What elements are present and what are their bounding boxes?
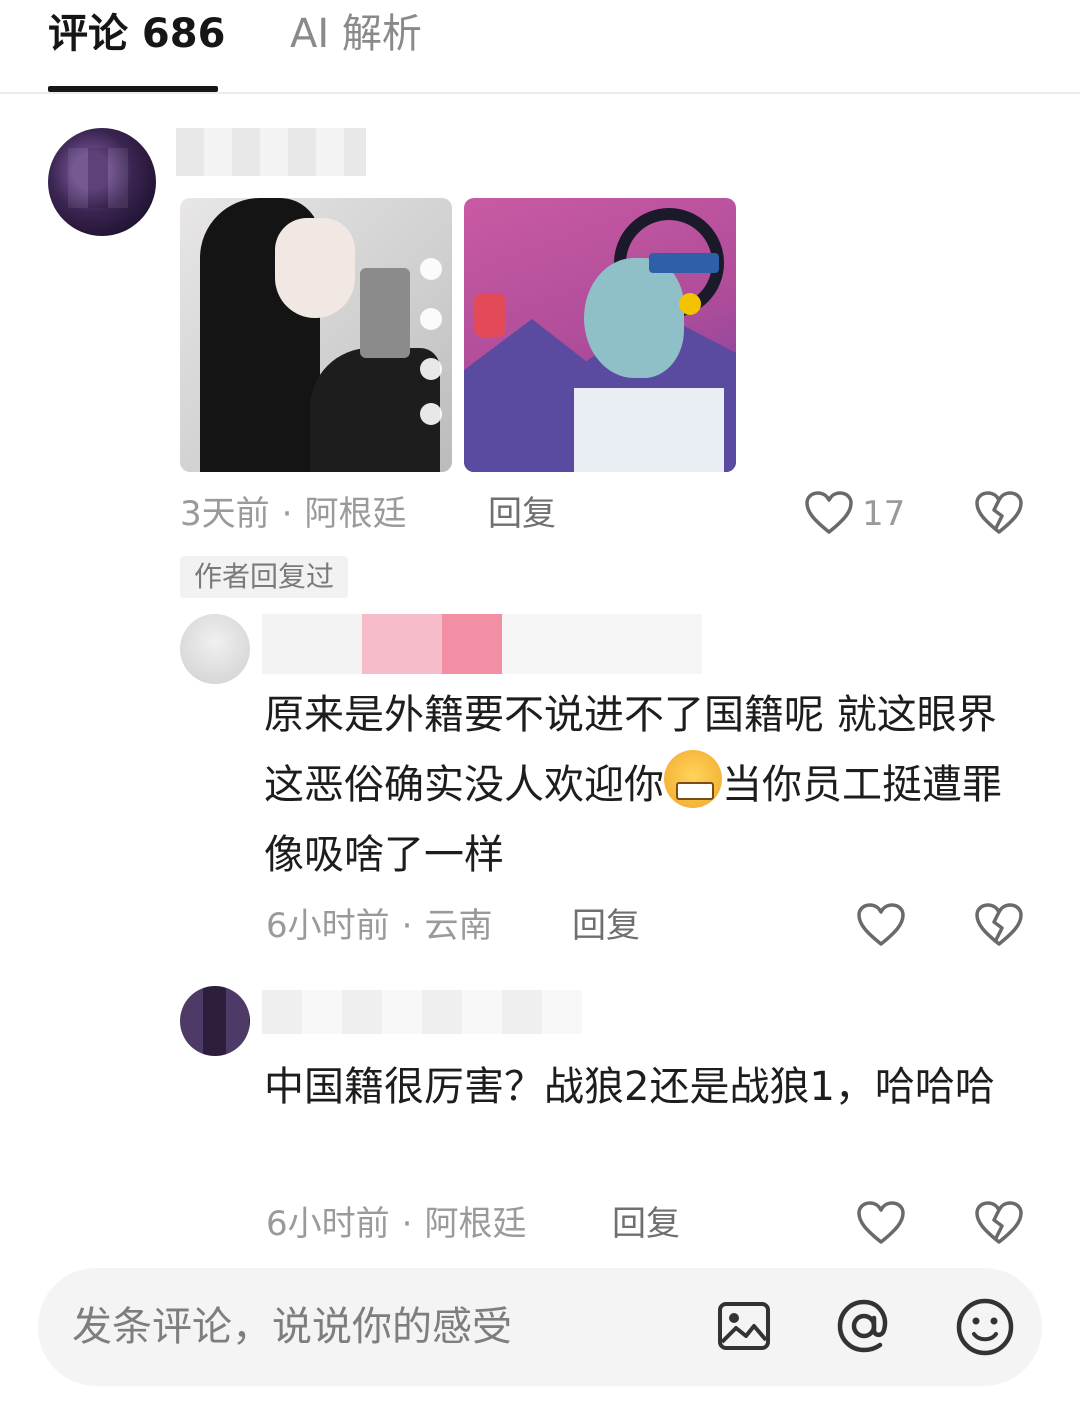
reply-time: 6小时前: [266, 1204, 390, 1244]
at-icon[interactable]: [834, 1296, 894, 1356]
active-tab-indicator: [48, 86, 218, 92]
reply-button[interactable]: 回复: [572, 906, 640, 946]
heart-icon[interactable]: [856, 902, 906, 948]
emoji-icon[interactable]: [954, 1296, 1016, 1358]
comment-image-2[interactable]: [464, 198, 736, 472]
reply-location: 阿根廷: [424, 1204, 527, 1244]
avatar[interactable]: [48, 128, 156, 236]
avatar[interactable]: [180, 986, 250, 1056]
comment-tabs: 评论 686 AI 解析: [0, 0, 1080, 94]
reply-text: 中国籍很厉害？战狼2还是战狼1，哈哈哈: [264, 1064, 995, 1110]
comment-input[interactable]: 发条评论，说说你的感受: [72, 1300, 512, 1354]
reply-meta: 6小时前 · 云南: [266, 906, 492, 946]
reply-button[interactable]: 回复: [488, 494, 556, 534]
tab-comments[interactable]: 评论 686: [48, 10, 225, 58]
comment-meta: 3天前 · 阿根廷: [180, 494, 406, 534]
avatar[interactable]: [180, 614, 250, 684]
broken-heart-icon[interactable]: [974, 902, 1024, 948]
meta-separator: ·: [401, 906, 413, 946]
username-blurred[interactable]: [262, 614, 702, 674]
comment-image-1[interactable]: [180, 198, 452, 472]
heart-icon[interactable]: [804, 490, 854, 536]
comment-location: 阿根廷: [304, 494, 407, 534]
reply-time: 6小时前: [266, 906, 390, 946]
username-blurred[interactable]: [176, 128, 366, 176]
broken-heart-icon[interactable]: [974, 490, 1024, 536]
reply-button[interactable]: 回复: [612, 1204, 680, 1244]
image-icon[interactable]: [716, 1298, 772, 1354]
comment-time: 3天前: [180, 494, 270, 534]
username-blurred[interactable]: [262, 990, 582, 1034]
like-count: 17: [862, 494, 906, 534]
grimace-sweat-emoji-icon: [664, 750, 722, 808]
reply-text: 原来是外籍要不说进不了国籍呢 就这眼界这恶俗确实没人欢迎你 当你员工挺遭罪 像吸啥…: [264, 680, 1024, 890]
author-replied-badge: 作者回复过: [180, 556, 349, 598]
tab-ai-analysis[interactable]: AI 解析: [290, 10, 422, 58]
reply-meta: 6小时前 · 阿根廷: [266, 1204, 526, 1244]
reply-location: 云南: [424, 906, 493, 946]
heart-icon[interactable]: [856, 1200, 906, 1246]
meta-separator: ·: [281, 494, 293, 534]
broken-heart-icon[interactable]: [974, 1200, 1024, 1246]
meta-separator: ·: [401, 1204, 413, 1244]
